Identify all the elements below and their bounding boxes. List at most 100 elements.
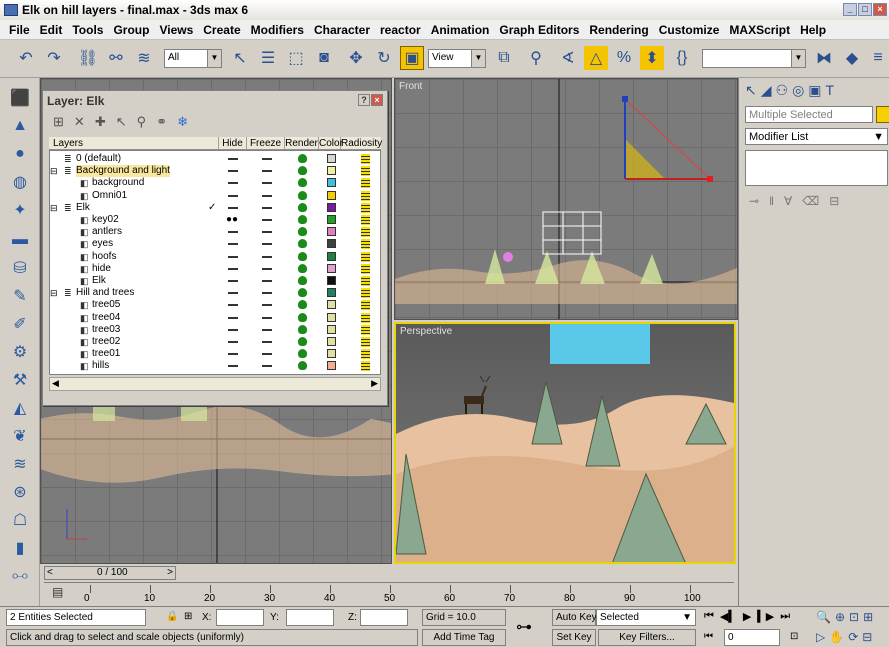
layer-name[interactable]: 0 (default) bbox=[76, 153, 121, 165]
render-teapot-icon[interactable] bbox=[298, 239, 307, 249]
door-icon[interactable]: ▮ bbox=[8, 536, 32, 560]
menu-character[interactable]: Character bbox=[309, 23, 375, 37]
radiosity-icon[interactable] bbox=[361, 178, 370, 189]
maximize-viewport-icon[interactable]: ⊟ bbox=[862, 630, 872, 644]
freeze-toggle[interactable] bbox=[262, 267, 272, 270]
hide-toggle[interactable] bbox=[228, 231, 238, 234]
pan-icon[interactable]: ✋ bbox=[829, 630, 844, 644]
freeze-toggle[interactable] bbox=[262, 231, 272, 234]
zoom-extents-all-icon[interactable]: ⊞ bbox=[863, 610, 873, 624]
layer-name[interactable]: Background and light bbox=[76, 165, 170, 178]
object-row[interactable]: ◧ hoofs bbox=[50, 251, 382, 263]
create-layer-icon[interactable]: ⊞ bbox=[53, 114, 64, 130]
hide-toggle[interactable] bbox=[228, 316, 238, 319]
pivot-icon[interactable]: ⧉ bbox=[492, 46, 516, 70]
modifier-stack[interactable] bbox=[745, 150, 888, 186]
freeze-toggle[interactable] bbox=[262, 206, 272, 209]
auto-key-button[interactable]: Auto Key bbox=[552, 609, 597, 626]
pin-stack-icon[interactable]: ⊸ bbox=[749, 194, 759, 208]
minimize-button[interactable]: _ bbox=[843, 3, 857, 16]
freeze-toggle[interactable] bbox=[262, 243, 272, 246]
object-row[interactable]: ◧ tree04 bbox=[50, 312, 382, 324]
mirror-icon[interactable]: ⧓ bbox=[812, 46, 836, 70]
object-row[interactable]: ◧ antlers bbox=[50, 226, 382, 238]
hide-toggle[interactable] bbox=[228, 170, 238, 173]
camera-icon[interactable]: ◭ bbox=[8, 396, 32, 420]
geosphere-icon[interactable]: ◍ bbox=[8, 170, 32, 194]
layer-name[interactable]: tree02 bbox=[92, 336, 120, 348]
sphere-icon[interactable]: ● bbox=[8, 142, 32, 166]
render-teapot-icon[interactable] bbox=[298, 215, 307, 224]
time-config-icon[interactable]: ⊡ bbox=[790, 631, 798, 642]
layer-color-swatch[interactable] bbox=[327, 239, 336, 249]
hide-toggle[interactable] bbox=[228, 255, 238, 258]
key-mode-icon[interactable]: ⊶ bbox=[516, 617, 532, 637]
select-object-icon[interactable]: ↖ bbox=[228, 46, 252, 70]
track-bar[interactable]: ▤ 0 10 20 30 40 50 60 70 80 90 100 bbox=[44, 582, 734, 604]
render-teapot-icon[interactable] bbox=[298, 190, 307, 200]
hide-all-icon[interactable]: ❄ bbox=[177, 114, 188, 130]
scroll-left-icon[interactable]: ◀ bbox=[52, 378, 59, 389]
freeze-toggle[interactable] bbox=[262, 328, 272, 331]
select-objects-icon[interactable]: ↖ bbox=[116, 114, 127, 130]
current-frame-input[interactable]: 0 bbox=[724, 629, 780, 646]
next-frame-icon[interactable]: ▍▶ bbox=[757, 610, 774, 623]
remove-modifier-icon[interactable]: ⌫ bbox=[802, 194, 819, 208]
radiosity-icon[interactable] bbox=[361, 263, 370, 274]
layer-color-swatch[interactable] bbox=[327, 202, 336, 212]
layer-color-swatch[interactable] bbox=[327, 276, 336, 285]
layer-horizontal-scrollbar[interactable]: ◀ ▶ bbox=[49, 377, 381, 391]
star-icon[interactable]: ✦ bbox=[8, 198, 32, 222]
freeze-toggle[interactable] bbox=[262, 304, 272, 307]
show-end-result-icon[interactable]: ‖ bbox=[769, 194, 774, 208]
freeze-toggle[interactable] bbox=[262, 365, 272, 368]
key-mode-dropdown[interactable]: Selected ▼ bbox=[596, 609, 696, 626]
object-row[interactable]: ◧ tree05 bbox=[50, 299, 382, 311]
time-slider[interactable]: < 0 / 100 > bbox=[44, 566, 176, 580]
slider-prev-icon[interactable]: < bbox=[47, 567, 53, 578]
render-teapot-icon[interactable] bbox=[298, 178, 307, 188]
radiosity-icon[interactable] bbox=[361, 349, 370, 360]
motion-tab-icon[interactable]: ◎ bbox=[792, 82, 804, 99]
object-row[interactable]: ◧ Omni01 bbox=[50, 190, 382, 202]
layer-color-swatch[interactable] bbox=[327, 288, 336, 298]
rotate-icon[interactable]: ↻ bbox=[372, 46, 396, 70]
play-icon[interactable]: ▶ bbox=[743, 610, 751, 623]
render-teapot-icon[interactable] bbox=[298, 166, 307, 176]
edit-named-selection-icon[interactable]: {} bbox=[670, 46, 694, 70]
y-coord-input[interactable] bbox=[286, 609, 334, 626]
scroll-right-icon[interactable]: ▶ bbox=[371, 378, 378, 389]
close-icon[interactable]: × bbox=[371, 94, 383, 106]
radiosity-icon[interactable] bbox=[361, 215, 370, 225]
gear-icon[interactable]: ⚙ bbox=[8, 340, 32, 364]
radiosity-icon[interactable] bbox=[361, 227, 370, 238]
hide-toggle[interactable] bbox=[228, 158, 238, 160]
layer-color-swatch[interactable] bbox=[327, 154, 336, 163]
freeze-toggle[interactable] bbox=[262, 255, 272, 258]
radiosity-icon[interactable] bbox=[361, 312, 370, 323]
align-icon[interactable]: ◆ bbox=[840, 46, 864, 70]
menu-create[interactable]: Create bbox=[198, 23, 245, 37]
add-time-tag-button[interactable]: Add Time Tag bbox=[422, 629, 506, 646]
radiosity-icon[interactable] bbox=[361, 202, 370, 213]
z-coord-input[interactable] bbox=[360, 609, 408, 626]
render-teapot-icon[interactable] bbox=[298, 349, 307, 359]
help-icon[interactable]: ? bbox=[358, 94, 370, 106]
menu-help[interactable]: Help bbox=[795, 23, 831, 37]
hide-toggle[interactable] bbox=[228, 304, 238, 307]
hidden-eye-icon[interactable]: ●● bbox=[226, 214, 238, 226]
col-hide[interactable]: Hide bbox=[219, 137, 247, 149]
modify-tab-icon[interactable]: ◢ bbox=[761, 82, 772, 99]
x-coord-input[interactable] bbox=[216, 609, 264, 626]
freeze-toggle[interactable] bbox=[262, 316, 272, 319]
layer-color-swatch[interactable] bbox=[327, 324, 336, 334]
spinner-snap-icon[interactable]: ⬍ bbox=[640, 46, 664, 70]
space-warp-icon[interactable]: ≋ bbox=[8, 452, 32, 476]
hide-toggle[interactable] bbox=[228, 365, 238, 368]
delete-layer-icon[interactable]: ✕ bbox=[74, 114, 85, 130]
menu-file[interactable]: File bbox=[4, 23, 35, 37]
radiosity-icon[interactable] bbox=[361, 276, 370, 286]
freeze-toggle[interactable] bbox=[262, 194, 272, 197]
front-viewport[interactable]: Front bbox=[394, 78, 738, 320]
object-name-field[interactable]: Multiple Selected bbox=[745, 106, 873, 123]
